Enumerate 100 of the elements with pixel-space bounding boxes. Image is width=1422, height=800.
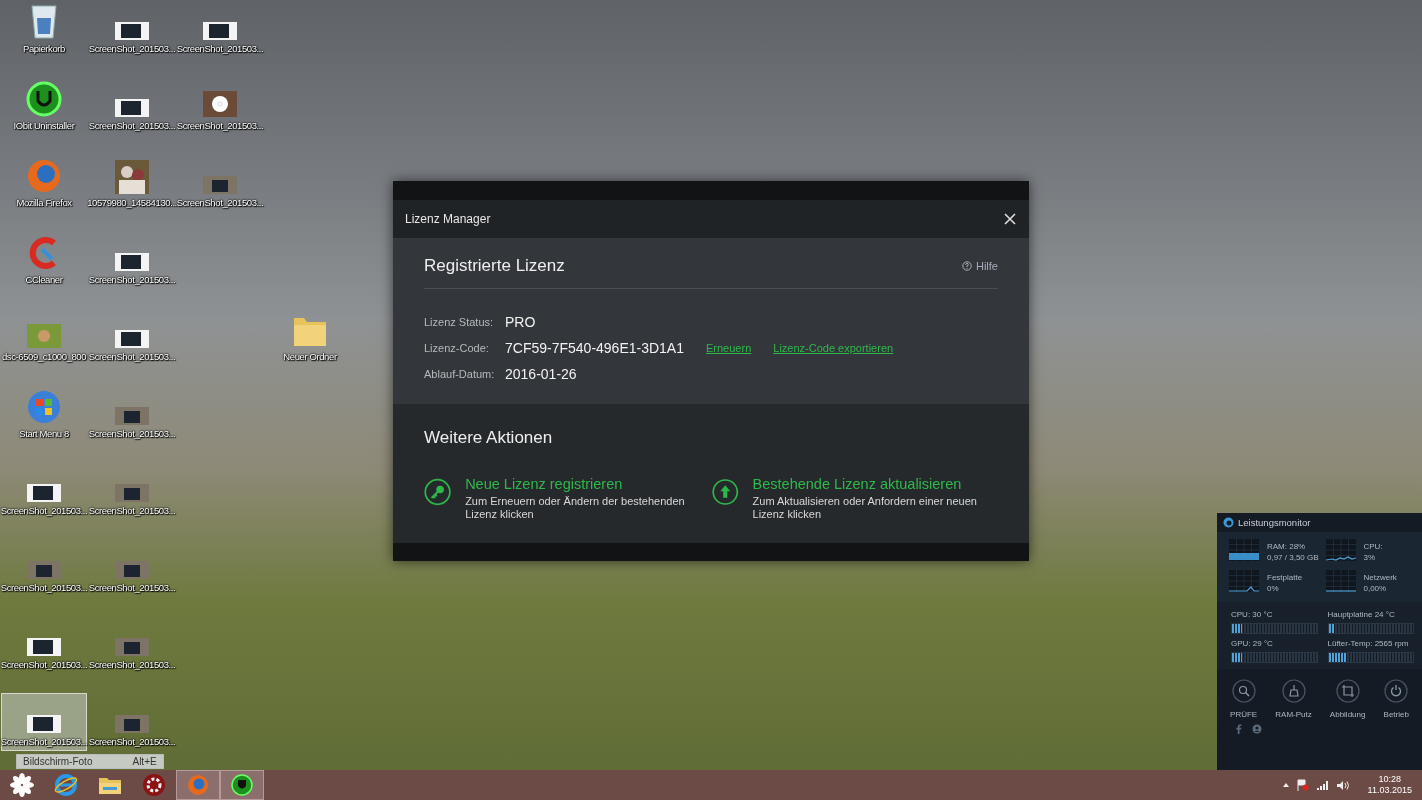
desktop-icon-label: ScreenShot_201503...	[0, 582, 88, 593]
caret-icon[interactable]	[1282, 783, 1289, 787]
desktop-icon-label: ScreenShot_201503...	[176, 197, 264, 208]
desktop-icon[interactable]: ScreenShot_201503...	[89, 693, 175, 751]
desktop-icon[interactable]: ScreenShot_201503...	[177, 0, 263, 58]
desktop-icon-label: Mozilla Firefox	[16, 197, 72, 208]
help-link[interactable]: Hilfe	[962, 260, 998, 272]
field-value: 7CF59-7F540-496E1-3D1A1	[505, 340, 684, 356]
tooltip-text: Bildschirm-Foto	[23, 756, 93, 767]
sensor-label: Lüfter-Temp: 2565 rpm	[1327, 639, 1410, 648]
tool-button[interactable]: Betrieb	[1383, 679, 1409, 719]
facebook-icon[interactable]	[1235, 724, 1242, 734]
close-button[interactable]	[1003, 212, 1017, 226]
desktop-icon[interactable]: ScreenShot_201503...	[1, 462, 87, 520]
windows-logo-icon	[26, 389, 62, 425]
field-label: Lizenz Status:	[424, 316, 495, 328]
desktop-icon[interactable]: ScreenShot_201503...	[89, 539, 175, 597]
photo-thumbnail	[115, 160, 149, 194]
desktop-icon[interactable]: ScreenShot_201503...	[89, 308, 175, 366]
desktop-icon-label: ScreenShot_201503...	[176, 120, 264, 131]
desktop-icon-label: 10579980_14584130...	[87, 197, 177, 208]
speaker-icon[interactable]	[1336, 779, 1350, 791]
desktop-icon-label: ScreenShot_201503...	[88, 659, 176, 670]
signal-bars-icon[interactable]	[1316, 780, 1329, 790]
tool-button[interactable]: PRÜFE	[1230, 679, 1258, 719]
desktop-icon[interactable]: CCleaner	[1, 231, 87, 289]
action-link[interactable]: Lizenz-Code exportieren	[773, 342, 894, 354]
desktop-icon[interactable]: ScreenShot_201503...	[89, 231, 175, 289]
widget-title: Leistungsmonitor	[1238, 517, 1311, 528]
desktop-icon-label: ScreenShot_201503...	[88, 582, 176, 593]
screenshot-thumbnail	[115, 407, 149, 425]
usage-graph	[1229, 570, 1259, 592]
action-button[interactable]: Bestehende Lizenz aktualisieren Zum Aktualisieren oder Anfordern einer neuen Lizenz klicken	[712, 476, 998, 521]
metric-label: RAM: 28%	[1267, 542, 1307, 551]
desktop-icon[interactable]: Neuer Ordner	[267, 308, 353, 366]
metric-label: Festplatte	[1267, 573, 1303, 582]
desktop-icon-label: ScreenShot_201503...	[88, 736, 176, 747]
desktop-icon[interactable]: Start Menu 8	[1, 385, 87, 443]
close-icon	[1003, 212, 1017, 226]
screenshot-thumbnail	[115, 99, 149, 117]
flower-icon	[10, 773, 34, 797]
flag-icon[interactable]	[1296, 779, 1309, 791]
metric-value: 0,97 / 3,50 GB	[1267, 553, 1319, 562]
desktop-icon[interactable]: Papierkorb	[1, 0, 87, 58]
screenshot-thumbnail	[115, 638, 149, 656]
desktop-icon[interactable]: ScreenShot_201503...	[1, 539, 87, 597]
desktop-icon-label: IObit Uninstaller	[13, 120, 75, 131]
taskbar-button[interactable]	[220, 770, 264, 800]
window-title: Lizenz Manager	[405, 212, 491, 226]
desktop-icon[interactable]: IObit Uninstaller	[1, 77, 87, 135]
screenshot-thumbnail	[203, 176, 237, 194]
desktop-icon-label: ScreenShot_201503...	[88, 428, 176, 439]
desktop-icon[interactable]: ScreenShot_201503...	[177, 77, 263, 135]
browser-icon	[54, 773, 78, 797]
sensor-label: CPU: 30 °C	[1231, 610, 1274, 619]
sensor-label: GPU: 29 °C	[1231, 639, 1274, 648]
desktop-icon-label: Neuer Ordner	[283, 351, 337, 362]
screenshot-thumbnail	[27, 638, 61, 656]
broom-icon	[1281, 679, 1306, 703]
screenshot-thumbnail	[115, 22, 149, 40]
screenshot-thumbnail	[115, 330, 149, 348]
browser-icon	[26, 158, 62, 194]
screenshot-thumbnail	[115, 253, 149, 271]
shortcut-text: Alt+E	[132, 756, 157, 767]
uninstaller-icon	[26, 81, 62, 117]
tool-button[interactable]: RAM-Putz	[1275, 679, 1312, 719]
metric-value: 0%	[1267, 584, 1280, 593]
desktop-icon-label: ScreenShot_201503...	[88, 274, 176, 285]
field-label: Ablauf-Datum:	[424, 368, 496, 380]
desktop-icon[interactable]: dsc-6509_c1000_800	[1, 308, 87, 366]
screenshot-thumbnail	[115, 561, 149, 579]
account-icon[interactable]	[1252, 724, 1262, 734]
monitor-logo-icon	[1223, 517, 1234, 528]
tool-button[interactable]: Abbildung	[1329, 679, 1366, 719]
flower-thumbnail	[203, 91, 237, 117]
usage-graph	[1325, 570, 1356, 592]
desktop-icon[interactable]: ScreenShot_201503...	[177, 154, 263, 212]
desktop-icon[interactable]: ScreenShot_201503...	[1, 616, 87, 674]
metric-value: 3%	[1363, 553, 1377, 562]
desktop-icon[interactable]: Mozilla Firefox	[1, 154, 87, 212]
clock[interactable]: 10:28 11.03.2015	[1367, 774, 1412, 796]
desktop-icon[interactable]: ScreenShot_201503...	[89, 462, 175, 520]
sensor-label: Hauptplatine 24 °C	[1327, 610, 1396, 619]
action-link[interactable]: Erneuern	[706, 342, 752, 354]
screenshot-thumbnail	[27, 484, 61, 502]
section-title: Registrierte Lizenz	[424, 256, 565, 276]
desktop-icon[interactable]: ScreenShot_201503...	[89, 77, 175, 135]
desktop-icon-label: Start Menu 8	[19, 428, 69, 439]
desktop-icon-label: CCleaner	[25, 274, 63, 285]
metric-value: 0,00%	[1363, 584, 1388, 593]
desktop-icon-label: ScreenShot_201503...	[0, 659, 88, 670]
action-button[interactable]: Neue Lizenz registrieren Zum Erneuern oder Ändern der bestehenden Lizenz klicken	[424, 476, 712, 521]
metric-label: Netzwerk	[1363, 573, 1397, 582]
help-icon	[962, 261, 972, 271]
key-icon	[424, 476, 452, 508]
desktop-icon-label: Papierkorb	[23, 43, 65, 54]
desktop-icon[interactable]: ScreenShot_201503...	[89, 616, 175, 674]
desktop-icon[interactable]: ScreenShot_201503...	[89, 385, 175, 443]
usage-graph	[1229, 539, 1259, 561]
desktop-icon[interactable]: ScreenShot_201503...	[89, 0, 175, 58]
